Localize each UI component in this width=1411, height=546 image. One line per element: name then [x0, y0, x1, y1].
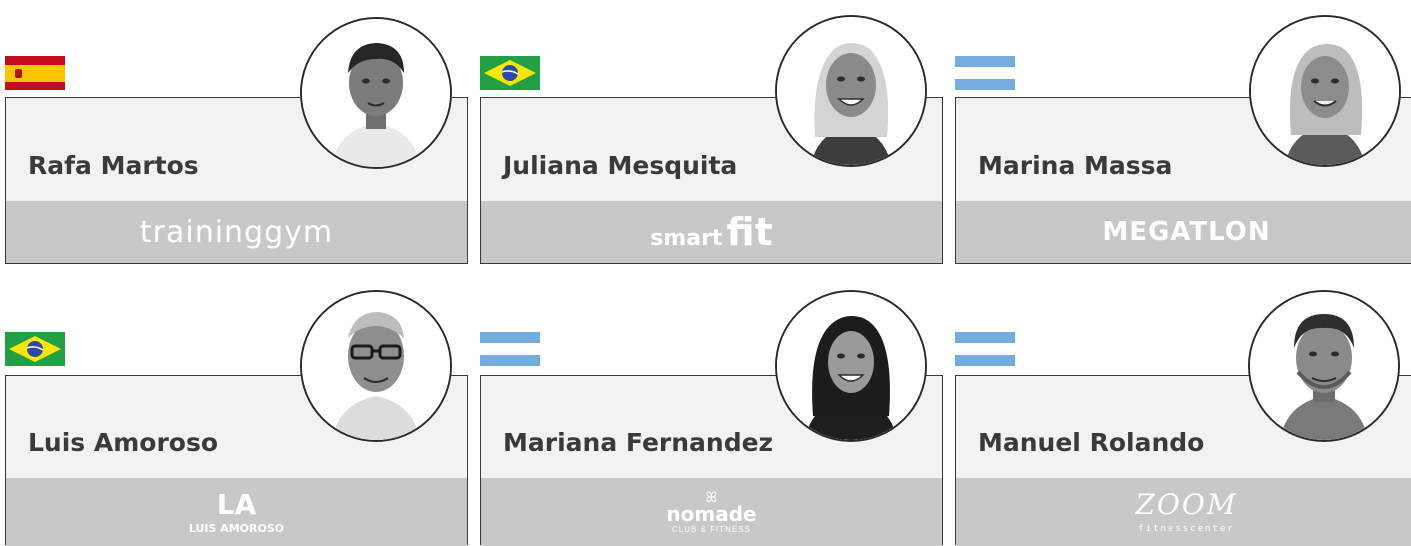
avatar-photo	[302, 292, 450, 440]
brand-logo: LA LUIS AMOROSO	[6, 478, 467, 546]
argentina-flag	[480, 332, 540, 366]
traininggym-logo: traininggym	[139, 214, 334, 250]
luis-amoroso-logo: LA LUIS AMOROSO	[188, 487, 285, 535]
avatar	[1249, 15, 1401, 167]
avatar-photo	[777, 292, 925, 440]
la-monogram-icon: LA	[216, 487, 257, 521]
brazil-flag	[480, 56, 540, 90]
megatlon-logo: MEGATLON	[1102, 217, 1271, 247]
avatar	[775, 290, 927, 442]
spain-flag	[5, 56, 65, 90]
avatar	[300, 290, 452, 442]
avatar	[1248, 290, 1400, 442]
avatar-photo	[777, 17, 925, 165]
person-name: Luis Amoroso	[28, 428, 219, 457]
brand-logo: ꕤ nomade CLUB & FITNESS	[481, 478, 942, 546]
smartfit-logo: smart fit	[650, 210, 773, 254]
brand-logo: smart fit	[481, 201, 942, 263]
person-name: Juliana Mesquita	[503, 151, 738, 180]
nomade-logo: ꕤ nomade CLUB & FITNESS	[666, 489, 757, 534]
avatar-photo	[1251, 17, 1399, 165]
person-name: Manuel Rolando	[978, 428, 1205, 457]
avatar	[300, 17, 452, 169]
brand-logo: ZOOM fitnesscenter	[956, 478, 1411, 546]
argentina-flag	[955, 332, 1015, 366]
avatar-photo	[1250, 292, 1398, 440]
brand-logo: MEGATLON	[956, 201, 1411, 263]
person-name: Rafa Martos	[28, 151, 199, 180]
person-name: Mariana Fernandez	[503, 428, 774, 457]
brazil-flag	[5, 332, 65, 366]
avatar-photo	[302, 19, 450, 167]
avatar	[775, 15, 927, 167]
brand-logo: traininggym	[6, 201, 467, 263]
zoom-logo: ZOOM fitnesscenter	[1135, 487, 1238, 534]
argentina-flag	[955, 56, 1015, 90]
person-name: Marina Massa	[978, 151, 1173, 180]
